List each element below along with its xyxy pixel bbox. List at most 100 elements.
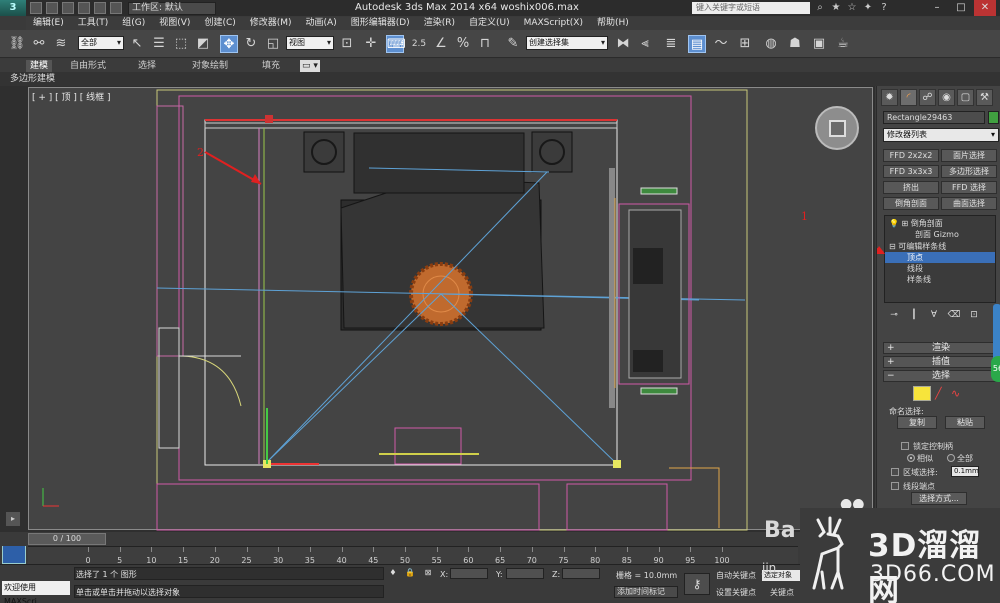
segment-level-icon[interactable]: ╱ <box>935 387 942 400</box>
reference-coordinate-dropdown[interactable]: 视图 <box>286 36 334 50</box>
undo-icon[interactable] <box>78 2 90 14</box>
set-key-button[interactable]: 设置关键点 <box>716 587 756 598</box>
material-editor-icon[interactable]: ◍ <box>762 35 780 53</box>
select-and-move-icon[interactable]: ✥ <box>220 35 238 53</box>
angle-snap-icon[interactable]: ∠ <box>432 35 450 53</box>
rendered-frame-window-icon[interactable]: ▣ <box>810 35 828 53</box>
z-coordinate-field[interactable] <box>562 568 600 579</box>
mirror-icon[interactable]: ⧓ <box>614 35 632 53</box>
bind-space-warp-icon[interactable]: ≋ <box>52 35 70 53</box>
select-by-name-icon[interactable]: ☰ <box>150 35 168 53</box>
selection-filter-dropdown[interactable]: 全部 <box>78 36 124 50</box>
tab-selection[interactable]: 选择 <box>138 60 156 72</box>
project-folder-icon[interactable] <box>110 2 122 14</box>
menu-group[interactable]: 组(G) <box>115 17 152 30</box>
select-by-button[interactable]: 选择方式... <box>911 492 967 505</box>
menu-edit[interactable]: 编辑(E) <box>26 17 71 30</box>
percent-snap-icon[interactable]: % <box>454 35 472 53</box>
layer-manager-icon[interactable]: ≣ <box>662 35 680 53</box>
menu-maxscript[interactable]: MAXScript(X) <box>517 17 590 30</box>
copy-button[interactable]: 复制 <box>897 416 937 429</box>
area-selection-spinner[interactable]: 0.1mm <box>951 466 979 477</box>
pivot-center-icon[interactable]: ⊡ <box>338 35 356 53</box>
select-object-icon[interactable]: ↖ <box>128 35 146 53</box>
menu-views[interactable]: 视图(V) <box>152 17 197 30</box>
show-end-result-icon[interactable]: ┃ <box>907 308 921 322</box>
ribbon-subtab-polygon-modeling[interactable]: 多边形建模 <box>10 73 55 85</box>
add-time-tag-button[interactable]: 添加时间标记 <box>614 586 678 598</box>
time-slider[interactable]: 0 / 100 <box>28 533 106 545</box>
pin-stack-icon[interactable]: ⊸ <box>887 308 901 322</box>
render-setup-icon[interactable]: ☗ <box>786 35 804 53</box>
subscription-icon[interactable]: ★ <box>830 2 842 14</box>
redo-icon[interactable] <box>94 2 106 14</box>
open-file-icon[interactable] <box>46 2 58 14</box>
binoculars-icon[interactable]: ⌕ <box>814 2 826 14</box>
named-selection-dropdown[interactable]: 创建选择集 <box>526 36 608 50</box>
paste-button[interactable]: 粘贴 <box>945 416 985 429</box>
set-key-icon[interactable]: ⚷ <box>684 573 710 595</box>
absolute-mode-icon[interactable]: ⊠ <box>423 568 433 578</box>
viewcube-face[interactable] <box>829 120 846 137</box>
window-crossing-icon[interactable]: ◩ <box>194 35 212 53</box>
curve-editor-icon[interactable]: 〜 <box>712 35 730 53</box>
auto-key-button[interactable]: 自动关键点 <box>716 570 756 581</box>
menu-create[interactable]: 创建(C) <box>197 17 242 30</box>
viewport-label[interactable]: [ + ] [ 顶 ] [ 线框 ] <box>32 90 111 103</box>
y-coordinate-field[interactable] <box>506 568 544 579</box>
selection-lock-icon[interactable]: 🔒 <box>405 568 415 578</box>
help-search-input[interactable]: 键入关键字或短语 <box>692 2 810 14</box>
tab-modeling[interactable]: 建模 <box>26 60 53 72</box>
keyboard-shortcut-override-icon[interactable]: ⌨ <box>386 35 406 53</box>
align-icon[interactable]: ⫷ <box>636 35 654 53</box>
maxscript-listener-field[interactable]: 欢迎使用 MAXScri <box>2 581 70 603</box>
edit-named-selection-icon[interactable]: ✎ <box>504 35 522 53</box>
help-icon[interactable]: ? <box>878 2 890 14</box>
menu-tools[interactable]: 工具(T) <box>71 17 116 30</box>
menu-animation[interactable]: 动画(A) <box>299 17 344 30</box>
menu-rendering[interactable]: 渲染(R) <box>417 17 462 30</box>
unlink-icon[interactable]: ⚯ <box>30 35 48 53</box>
vertex-level-icon[interactable] <box>913 386 931 401</box>
viewport-layout-tab-icon[interactable]: ▸ <box>6 512 20 526</box>
maximize-button[interactable]: □ <box>950 0 972 16</box>
configure-sets-icon[interactable]: ⊡ <box>967 308 981 322</box>
tab-freeform[interactable]: 自由形式 <box>70 60 106 72</box>
all-radio[interactable] <box>947 454 955 462</box>
make-unique-icon[interactable]: ∀ <box>927 308 941 322</box>
minimize-button[interactable]: – <box>926 0 948 16</box>
area-selection-checkbox[interactable] <box>891 468 899 476</box>
isolate-selection-icon[interactable]: ♦ <box>388 568 398 578</box>
menu-help[interactable]: 帮助(H) <box>590 17 636 30</box>
rectangular-selection-icon[interactable]: ⬚ <box>172 35 190 53</box>
segment-end-checkbox[interactable] <box>891 482 899 490</box>
tab-object-paint[interactable]: 对象绘制 <box>192 60 228 72</box>
snaps-toggle-icon[interactable]: 2.5 <box>410 35 428 53</box>
select-manipulate-icon[interactable]: ✛ <box>362 35 380 53</box>
workspace-dropdown[interactable]: 工作区: 默认 <box>128 1 216 15</box>
menu-modifiers[interactable]: 修改器(M) <box>243 17 299 30</box>
link-icon[interactable]: ⛓ <box>8 35 26 53</box>
menu-customize[interactable]: 自定义(U) <box>462 17 517 30</box>
lock-handles-checkbox[interactable] <box>901 442 909 450</box>
menu-graph-editors[interactable]: 图形编辑器(D) <box>344 17 417 30</box>
viewcube[interactable] <box>815 106 859 150</box>
favorites-icon[interactable]: ✦ <box>862 2 874 14</box>
similar-radio[interactable] <box>907 454 915 462</box>
track-bar[interactable]: 0 5 10 15 20 25 30 35 40 45 50 55 60 65 70 75 80 85 90 95 10… <box>28 546 798 565</box>
new-file-icon[interactable] <box>30 2 42 14</box>
tab-populate[interactable]: 填充 <box>262 60 280 72</box>
ribbon-options-icon[interactable]: ▭ ▾ <box>300 60 320 72</box>
remove-modifier-icon[interactable]: ⌫ <box>947 308 961 322</box>
rollout-selection[interactable]: − 选择 <box>883 370 999 382</box>
graphite-toolset-icon[interactable]: ▤ <box>688 35 706 53</box>
scene-wireframe[interactable]: 2 <box>29 88 874 531</box>
spline-level-icon[interactable]: ∿ <box>951 387 960 400</box>
rollout-rendering[interactable]: + 渲染 <box>883 342 999 354</box>
app-logo[interactable]: 3 <box>0 0 26 16</box>
viewport-top[interactable]: 2 [ + ] [ 顶 ] [ 线框 ] <box>28 87 874 531</box>
render-production-icon[interactable]: ☕ <box>834 35 852 53</box>
schematic-view-icon[interactable]: ⊞ <box>736 35 754 53</box>
panel-scroll-indicator[interactable] <box>993 304 1000 364</box>
close-button[interactable]: ✕ <box>974 0 996 16</box>
